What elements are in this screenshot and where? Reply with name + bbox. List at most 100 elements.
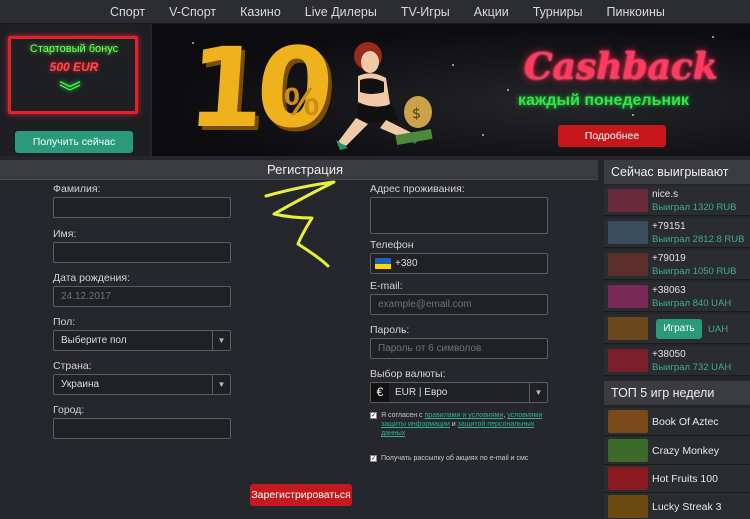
birth-date-input[interactable]: 24.12.2017	[53, 286, 231, 307]
email-input[interactable]: example@email.com	[370, 294, 548, 315]
last-name-input[interactable]	[53, 197, 231, 218]
top-game-name: Crazy Monkey	[652, 445, 720, 457]
nav-item-v-sport[interactable]: V-Спорт	[169, 5, 216, 19]
scribble-annotation	[264, 180, 336, 268]
winner-amount: Выиграл 732 UAH	[652, 362, 732, 373]
star-sparkle	[452, 64, 454, 66]
game-thumbnail	[608, 317, 648, 340]
nav-item-live-dealers[interactable]: Live Дилеры	[305, 5, 377, 19]
winner-row[interactable]: +79019 Выиграл 1050 RUB	[604, 250, 750, 280]
terms-separator: ,	[503, 412, 506, 419]
terms-and: и	[451, 421, 456, 428]
star-sparkle	[482, 134, 484, 136]
dropdown-arrow-icon: ▼	[529, 383, 547, 402]
phone-label: Телефон	[370, 239, 414, 251]
first-name-label: Имя:	[53, 228, 77, 240]
terms-text: Я согласен с правилами и условиями, усло…	[381, 411, 549, 438]
cashback-banner[interactable]: 10 % $ Cashback каждый понедельник Подро…	[152, 24, 750, 156]
percent-sign: %	[284, 80, 320, 124]
top-game-item[interactable]: Crazy Monkey	[604, 437, 750, 465]
cashback-title: Cashback	[524, 46, 718, 88]
terms-checkbox[interactable]: ✓	[370, 412, 377, 419]
currency-select[interactable]: € EUR | Евро ▼	[370, 382, 548, 403]
newsletter-text: Получать рассылку об акциях по e-mail и …	[381, 455, 529, 462]
bonus-amount: 500 EUR	[49, 60, 99, 74]
page: Спорт V-Спорт Казино Live Дилеры TV-Игры…	[0, 0, 750, 519]
star-sparkle	[632, 114, 634, 116]
top-game-name: Hot Fruits 100	[652, 473, 718, 485]
country-select[interactable]: Украина ▼	[53, 374, 231, 395]
bonus-title: Стартовый бонус	[29, 43, 119, 55]
gender-label: Пол:	[53, 316, 76, 328]
top-game-name: Lucky Streak 3	[652, 501, 722, 513]
top-games-header: ТОП 5 игр недели	[604, 381, 750, 405]
winner-row[interactable]: +79151 Выиграл 2812.8 RUB	[604, 218, 750, 248]
top-game-item[interactable]: Lucky Streak 3	[604, 493, 750, 519]
password-label: Пароль:	[370, 324, 410, 336]
game-thumbnail	[608, 285, 648, 308]
star-sparkle	[712, 36, 714, 38]
game-thumbnail	[608, 467, 648, 490]
top-game-item[interactable]: Book Of Aztec	[604, 408, 750, 436]
game-thumbnail	[608, 221, 648, 244]
game-thumbnail	[608, 495, 648, 518]
dropdown-arrow-icon: ▼	[212, 375, 230, 394]
nav-item-sport[interactable]: Спорт	[110, 5, 145, 19]
registration-title: Регистрация	[267, 162, 343, 177]
winner-amount: Выиграл 1320 RUB	[652, 202, 737, 213]
winner-amount: UAH	[708, 324, 729, 335]
game-thumbnail	[608, 439, 648, 462]
terms-prefix: Я согласен с	[381, 412, 423, 419]
address-textarea[interactable]	[370, 197, 548, 234]
winner-row-hovered[interactable]: UAH Играть	[604, 314, 750, 344]
double-chevron-down-icon: ︾	[59, 80, 82, 105]
winner-row[interactable]: nice.s Выиграл 1320 RUB	[604, 186, 750, 216]
winner-name: nice.s	[652, 189, 679, 200]
gender-select-value: Выберите пол	[61, 335, 127, 346]
nav-item-casino[interactable]: Казино	[240, 5, 281, 19]
game-thumbnail	[608, 189, 648, 212]
game-thumbnail	[608, 410, 648, 433]
star-sparkle	[507, 89, 509, 91]
country-label: Страна:	[53, 360, 92, 372]
nav-item-promotions[interactable]: Акции	[474, 5, 509, 19]
game-thumbnail	[608, 253, 648, 276]
phone-input[interactable]: +380	[370, 253, 548, 274]
winner-row[interactable]: +38050 Выиграл 732 UAH	[604, 346, 750, 376]
top-game-item[interactable]: Hot Fruits 100	[604, 465, 750, 493]
phone-code: +380	[395, 258, 418, 269]
nav-item-pincoins[interactable]: Пинкоины	[607, 5, 665, 19]
currency-select-value: EUR | Евро	[395, 387, 448, 398]
dropdown-arrow-icon: ▼	[212, 331, 230, 350]
nav-item-tv-games[interactable]: TV-Игры	[401, 5, 450, 19]
birth-date-label: Дата рождения:	[53, 272, 130, 284]
winner-name: +79151	[652, 221, 686, 232]
city-input[interactable]	[53, 418, 231, 439]
winner-name: +38063	[652, 285, 686, 296]
svg-text:$: $	[412, 106, 421, 122]
gender-select[interactable]: Выберите пол ▼	[53, 330, 231, 351]
cashback-subtitle: каждый понедельник	[518, 92, 689, 109]
newsletter-checkbox[interactable]: ✓	[370, 455, 377, 462]
password-input[interactable]: Пароль от 6 символов	[370, 338, 548, 359]
more-details-button[interactable]: Подробнее	[558, 125, 666, 147]
nav-item-tournaments[interactable]: Турниры	[533, 5, 583, 19]
city-label: Город:	[53, 404, 85, 416]
game-thumbnail	[608, 349, 648, 372]
country-select-value: Украина	[61, 379, 100, 390]
email-label: E-mail:	[370, 280, 403, 292]
terms-link-rules[interactable]: правилами и условиями	[425, 412, 504, 419]
winner-amount: Выиграл 840 UAH	[652, 298, 732, 309]
winner-amount: Выиграл 1050 RUB	[652, 266, 737, 277]
last-name-label: Фамилия:	[53, 183, 101, 195]
euro-icon: €	[371, 383, 389, 402]
top-game-name: Book Of Aztec	[652, 416, 719, 428]
get-bonus-button[interactable]: Получить сейчас	[15, 131, 133, 153]
first-name-input[interactable]	[53, 242, 231, 263]
play-button[interactable]: Играть	[656, 319, 702, 339]
winner-row[interactable]: +38063 Выиграл 840 UAH	[604, 282, 750, 312]
address-label: Адрес проживания:	[370, 183, 465, 195]
register-button[interactable]: Зарегистрироваться	[250, 484, 352, 506]
pinup-girl-illustration: $	[336, 42, 433, 150]
ukraine-flag-icon	[375, 258, 391, 269]
